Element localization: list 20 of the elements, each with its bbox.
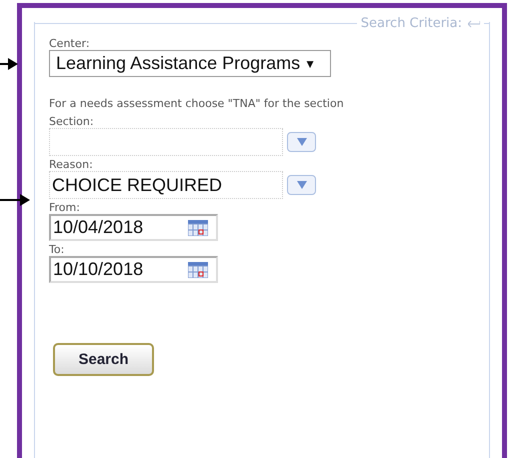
- field-label: Reason:: [49, 158, 93, 171]
- legend-title: Search Criteria:: [360, 16, 462, 31]
- dropdown-button[interactable]: [287, 175, 316, 195]
- calendar-icon[interactable]: [188, 262, 208, 278]
- dropdown-button[interactable]: [287, 132, 316, 152]
- caret-icon: [296, 138, 306, 146]
- field-label: Center:: [49, 37, 90, 50]
- date-field[interactable]: 10/04/2018: [49, 214, 218, 241]
- field-label: From:: [49, 201, 80, 214]
- arrow-icon: [468, 20, 480, 28]
- calendar-icon[interactable]: [188, 220, 208, 236]
- search-button[interactable]: Search: [53, 343, 154, 376]
- caret-icon: [296, 181, 306, 189]
- date-field[interactable]: 10/10/2018: [49, 256, 218, 283]
- center-select[interactable]: Learning Assistance Programs ▼: [49, 50, 331, 77]
- field-label: To:: [49, 243, 64, 256]
- combo-field[interactable]: CHOICE REQUIRED: [49, 171, 283, 199]
- field-label: Section:: [49, 115, 94, 128]
- combo-field[interactable]: [49, 128, 283, 156]
- hint-text: For a needs assessment choose "TNA" for the section: [49, 97, 344, 110]
